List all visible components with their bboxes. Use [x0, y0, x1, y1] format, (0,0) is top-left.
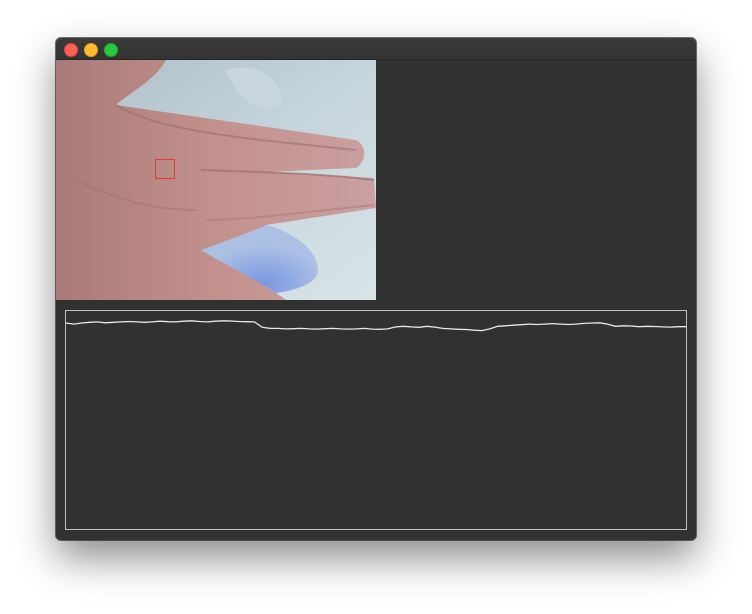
close-window-button[interactable] — [64, 43, 78, 57]
title-bar[interactable] — [56, 38, 696, 60]
zoom-window-button[interactable] — [104, 43, 118, 57]
minimize-window-button[interactable] — [84, 43, 98, 57]
signal-plot-canvas — [66, 320, 686, 332]
camera-frame-image — [56, 60, 376, 300]
signal-plot — [65, 310, 687, 530]
roi-box — [155, 159, 175, 179]
camera-feed — [56, 60, 376, 300]
app-window — [56, 38, 696, 540]
signal-line-0 — [66, 320, 686, 332]
